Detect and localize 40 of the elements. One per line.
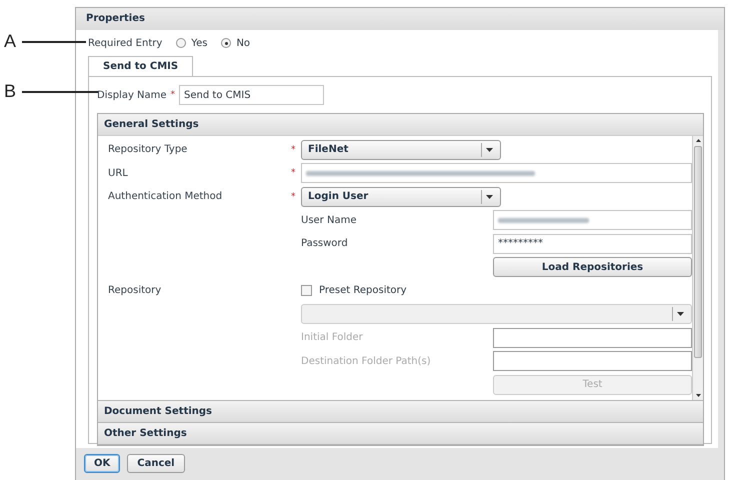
dropdown-arrow-icon bbox=[676, 312, 684, 316]
required-marker: * bbox=[291, 168, 296, 178]
field-label: Display Name bbox=[97, 90, 167, 100]
dropdown[interactable]: Login User bbox=[301, 186, 501, 207]
field-label: URL bbox=[108, 168, 129, 179]
checkbox[interactable]: Preset Repository bbox=[301, 285, 407, 296]
field-label: Repository Type bbox=[108, 144, 188, 156]
radio-option[interactable]: No bbox=[221, 38, 250, 48]
tab[interactable]: Send to CMIS bbox=[88, 56, 194, 76]
field-label: Repository bbox=[108, 285, 162, 296]
scroll-down-arrow-icon[interactable] bbox=[696, 394, 700, 397]
radio-option[interactable]: Yes bbox=[176, 38, 208, 48]
field-label: Authentication Method bbox=[108, 191, 224, 202]
dropdown-arrow-icon bbox=[486, 194, 492, 199]
dialog-button[interactable]: Cancel bbox=[127, 454, 185, 473]
required-marker: * bbox=[170, 90, 176, 100]
dropdown-arrow-icon bbox=[486, 148, 492, 152]
required-marker: * bbox=[291, 192, 296, 202]
dropdown[interactable]: FileNet bbox=[301, 140, 501, 160]
scroll-up-arrow-icon[interactable] bbox=[696, 139, 700, 142]
action-button[interactable]: Load Repositories bbox=[493, 257, 692, 278]
field-label: User Name bbox=[301, 214, 358, 226]
section-header[interactable]: General Settings bbox=[98, 114, 703, 136]
scrollbar[interactable] bbox=[692, 136, 703, 400]
text-field[interactable]: Send to CMIS bbox=[179, 85, 324, 105]
callout-letter: A bbox=[4, 31, 16, 52]
dialog-title: Properties bbox=[76, 8, 724, 30]
redacted-text-field[interactable] bbox=[301, 163, 692, 184]
dialog-button[interactable]: OK bbox=[84, 454, 120, 473]
callout-letter: B bbox=[4, 81, 16, 102]
text-field[interactable]: ********* bbox=[493, 234, 692, 254]
required-marker: * bbox=[291, 144, 296, 155]
section-header[interactable]: Other Settings bbox=[98, 423, 703, 445]
field-label: Password bbox=[301, 238, 349, 250]
leader-line bbox=[22, 40, 86, 42]
field-label: Required Entry bbox=[88, 38, 162, 48]
field-label: Initial Folder bbox=[301, 332, 364, 344]
section-header[interactable]: Document Settings bbox=[98, 401, 703, 423]
text-field[interactable] bbox=[493, 210, 692, 230]
field-label: Destination Folder Path(s) bbox=[301, 356, 432, 367]
